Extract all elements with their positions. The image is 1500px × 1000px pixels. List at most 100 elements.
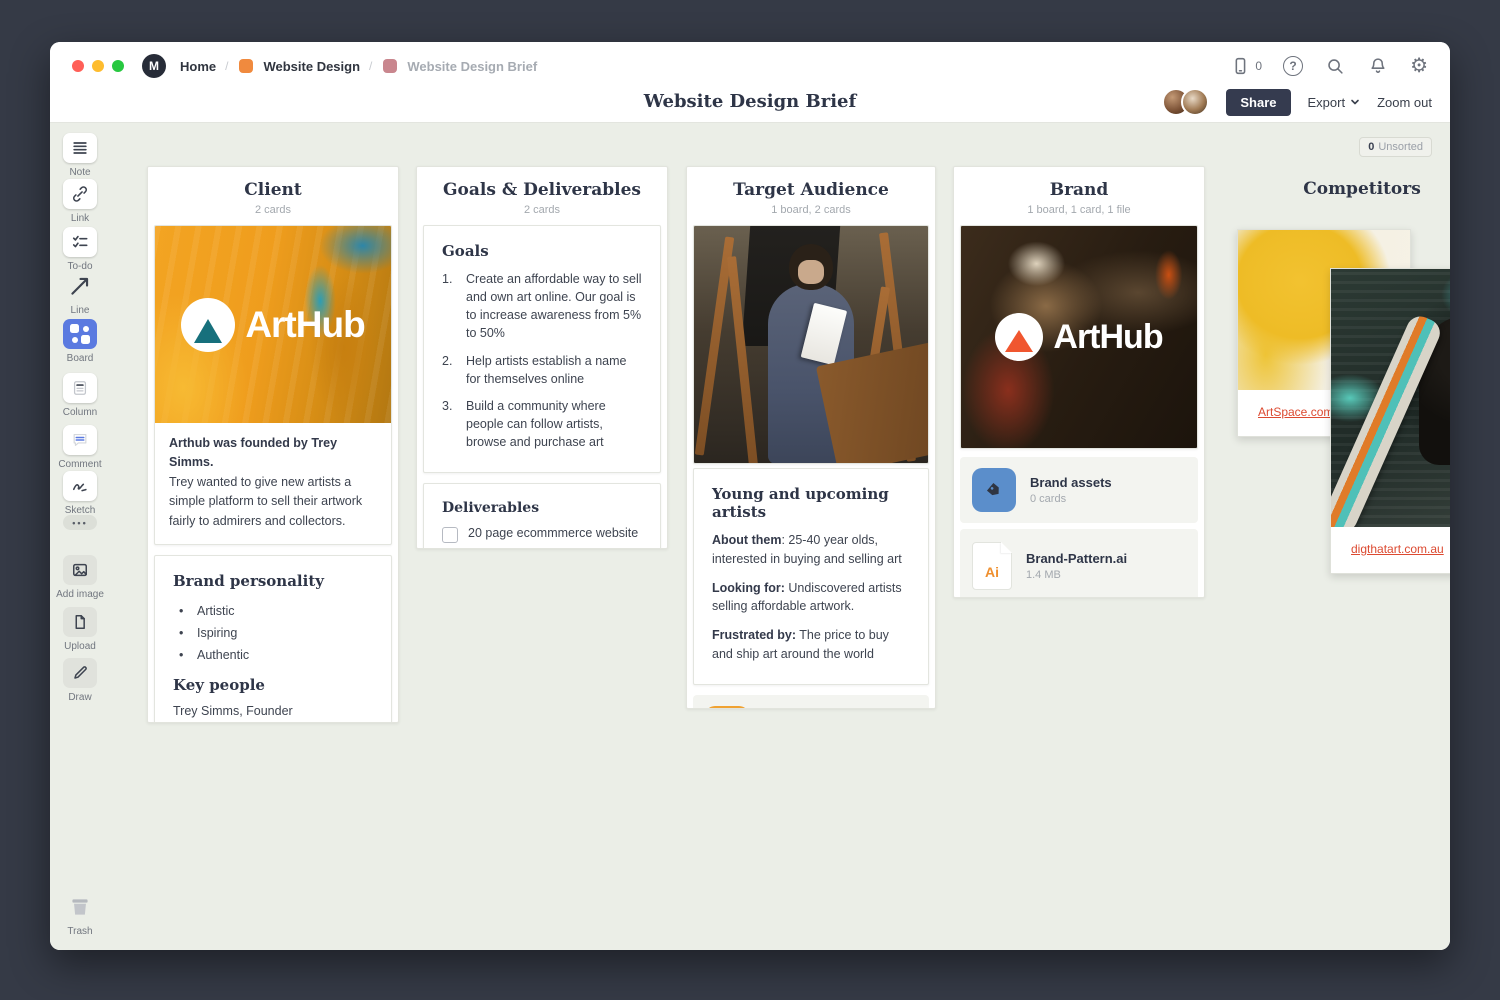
sketch-icon [70,476,90,496]
zoom-window-button[interactable] [112,60,124,72]
settings-gear-icon[interactable]: ⚙ [1410,56,1428,76]
card-heading: Key people [173,676,373,694]
tool-label: Upload [64,641,96,652]
goal-item: 1.Create an affordable way to sell and o… [442,270,642,343]
artspace-link[interactable]: ArtSpace.com [1258,405,1333,419]
breadcrumb-website-design[interactable]: Website Design [263,59,360,74]
artist-studio-photo [694,226,928,463]
arthub-wordmark: ArtHub [1053,318,1162,357]
notifications-bell-icon[interactable] [1367,55,1389,77]
draw-pencil-icon [70,663,90,683]
brand-image-card[interactable]: ArtHub [960,225,1198,449]
column-title[interactable]: Target Audience [693,180,929,200]
column-count: 1 board, 1 card, 1 file [960,204,1198,216]
brand-personality-card[interactable]: Brand personality Artistic Ispiring Auth… [154,555,392,723]
column-target-audience[interactable]: Target Audience 1 board, 2 cards Young a… [686,166,936,709]
close-window-button[interactable] [72,60,84,72]
breadcrumb-separator: / [225,59,228,73]
tool-label: Column [63,407,97,418]
avatar[interactable] [1181,88,1209,116]
window-titlebar: M Home / Website Design / Website Design… [50,42,1450,90]
column-title[interactable]: Client [154,180,392,200]
column-count: 1 board, 2 cards [693,204,929,216]
tool-board[interactable]: Board [50,319,110,364]
search-icon[interactable] [1324,55,1346,77]
tool-note[interactable]: Note [50,133,110,178]
zoom-out-button[interactable]: Zoom out [1377,95,1432,110]
collaborator-avatars[interactable] [1162,88,1209,116]
column-title[interactable]: Brand [960,180,1198,200]
brand-assets-board-tile[interactable]: Brand assets 0 cards [960,457,1198,523]
breadcrumb-website-design-brief[interactable]: Website Design Brief [407,59,537,74]
arthub-wordmark: ArtHub [245,304,364,346]
persona-row: About them: 25-40 year olds, interested … [712,531,910,569]
export-label: Export [1308,95,1346,110]
board-tile-icon [972,468,1016,512]
goals-card[interactable]: Goals 1.Create an affordable way to sell… [423,225,661,473]
breadcrumb-home[interactable]: Home [180,59,216,74]
tool-todo[interactable]: To-do [50,227,110,272]
unsorted-label: Unsorted [1378,141,1423,153]
tool-comment[interactable]: Comment [50,425,110,470]
tool-add-image[interactable]: Add image [50,555,110,600]
digthatart-preview-image [1331,269,1450,527]
board-canvas[interactable]: 0Unsorted Note Link To-do Line Board Col… [50,122,1450,950]
tool-label: Line [71,305,90,316]
board-color-swatch-icon [383,59,397,73]
phone-icon [1229,55,1251,77]
tag-icon [982,478,1006,502]
window-controls [72,60,124,72]
column-client[interactable]: Client 2 cards ArtHub Arthub was founded… [147,166,399,723]
trash-icon [67,894,93,920]
minimize-window-button[interactable] [92,60,104,72]
card-heading: Goals [442,242,642,260]
device-sync-button[interactable]: 0 [1229,55,1262,77]
audience-photo-card[interactable] [693,225,929,464]
board-color-swatch-icon [239,59,253,73]
column-goals-deliverables[interactable]: Goals & Deliverables 2 cards Goals 1.Cre… [416,166,668,549]
column-brand[interactable]: Brand 1 board, 1 card, 1 file ArtHub Bra… [953,166,1205,598]
card-heading: Deliverables [442,500,642,516]
client-logo-card[interactable]: ArtHub Arthub was founded by Trey Simms.… [154,225,392,545]
tool-link[interactable]: Link [50,179,110,224]
checkbox[interactable] [442,527,458,543]
target-audience-board-tile[interactable]: Target audience 0 cards [693,695,929,710]
deliverables-card[interactable]: Deliverables 20 page ecommmerce website … [423,483,661,549]
list-item: Ispiring [173,622,373,644]
tool-column[interactable]: Column [50,373,110,418]
brand-pattern-file-tile[interactable]: Ai Brand-Pattern.ai 1.4 MB [960,529,1198,598]
todo-label: 20 page ecommmerce website [468,526,638,540]
tool-sketch[interactable]: Sketch [50,471,110,516]
tool-label: Link [71,213,89,224]
card-heading: Young and upcoming artists [712,485,910,521]
tool-label: Trash [67,926,92,937]
ai-file-icon: Ai [972,542,1012,590]
todo-item[interactable]: 20 page ecommmerce website [442,526,642,543]
board-tile-icon [705,706,749,710]
arrow-line-icon [67,273,93,299]
tool-label: Comment [58,459,101,470]
zoom-out-label: Zoom out [1377,95,1432,110]
todo-checklist-icon [70,232,90,252]
unsorted-badge[interactable]: 0Unsorted [1359,137,1432,157]
share-button[interactable]: Share [1226,89,1290,116]
list-item: Authentic [173,644,373,666]
tool-draw[interactable]: Draw [50,658,110,703]
client-note-text: Trey wanted to give new artists a simple… [169,473,377,531]
column-title[interactable]: Goals & Deliverables [423,180,661,200]
comment-icon [70,430,90,450]
help-icon[interactable]: ? [1283,56,1303,76]
persona-card[interactable]: Young and upcoming artists About them: 2… [693,468,929,685]
competitor-link-card[interactable]: digthatart.com.au [1330,268,1450,574]
export-button[interactable]: Export [1308,95,1361,110]
milanote-logo-icon[interactable]: M [142,54,166,78]
tool-trash[interactable]: Trash [50,892,110,937]
tool-line[interactable]: Line [50,271,110,316]
client-note-bold: Arthub was founded by Trey Simms. [169,434,377,473]
tool-more[interactable]: ••• [50,515,110,530]
tool-upload[interactable]: Upload [50,607,110,652]
digthatart-link[interactable]: digthatart.com.au [1351,542,1444,556]
board-header: Website Design Brief Share Export Zoom o… [50,90,1450,122]
file-title: Brand-Pattern.ai [1026,551,1127,566]
competitors-heading: Competitors [1237,179,1450,199]
